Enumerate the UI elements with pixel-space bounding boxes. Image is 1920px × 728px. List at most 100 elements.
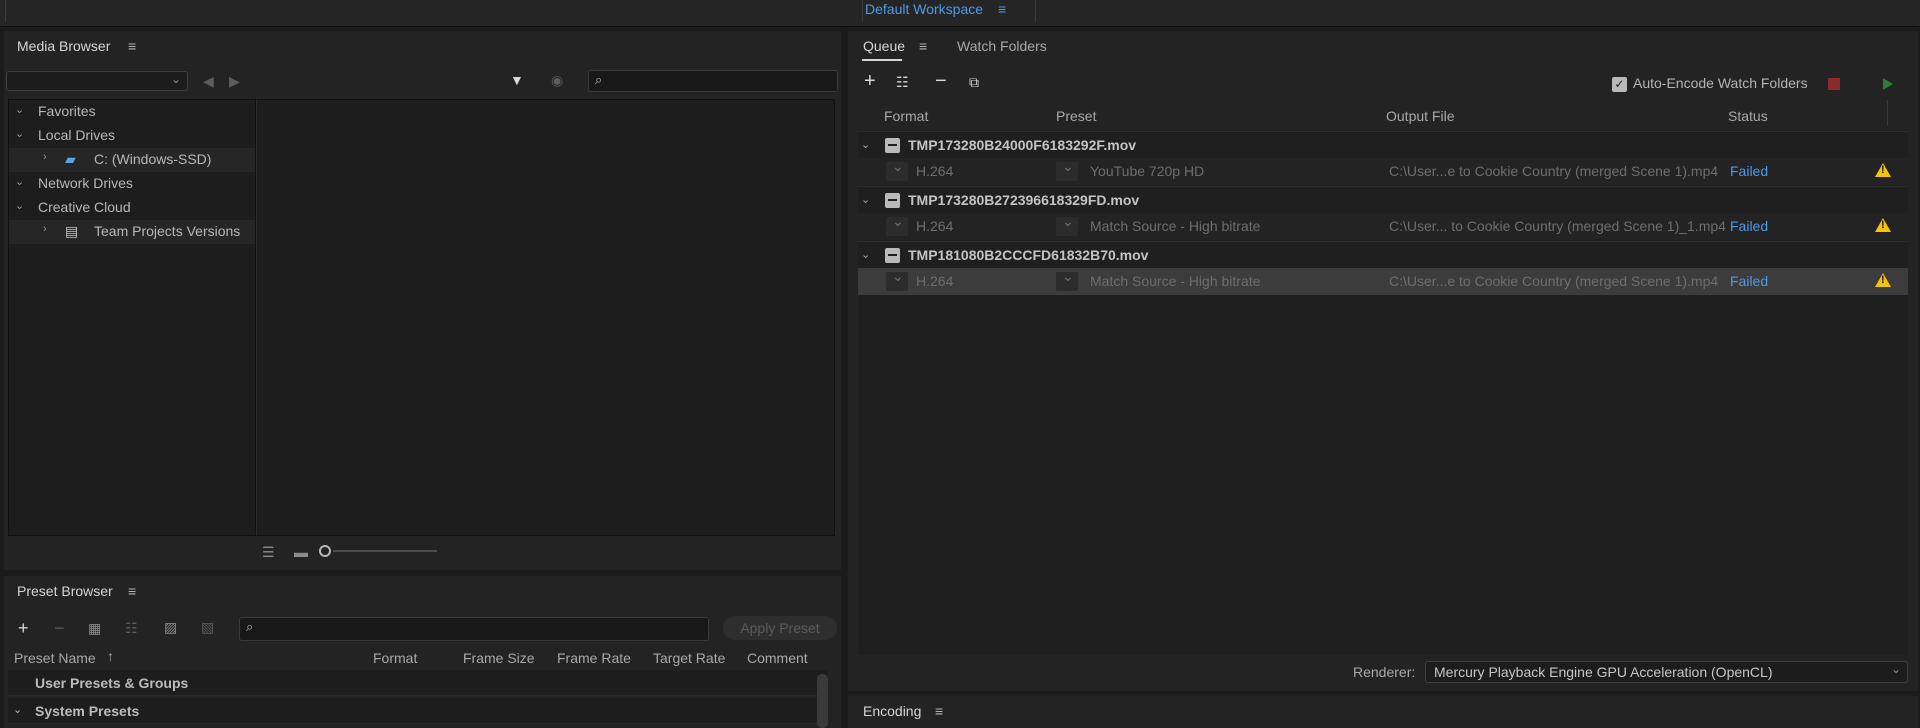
remove-icon[interactable]: − xyxy=(935,71,947,91)
queue-source-row[interactable]: ⌄ TMP173280B272396618329FD.mov xyxy=(858,186,1908,213)
queue-item-row[interactable]: H.264 YouTube 720p HD C:\User...e to Coo… xyxy=(858,158,1908,185)
tree-label: C: (Windows-SSD) xyxy=(94,151,212,167)
export-preset-icon[interactable]: ▧ xyxy=(201,619,214,635)
preset-settings-icon[interactable]: ☷ xyxy=(896,74,909,90)
panel-menu-icon[interactable]: ≡ xyxy=(128,583,136,599)
column-preset-name[interactable]: Preset Name xyxy=(14,650,96,666)
chevron-down-icon[interactable]: ⌄ xyxy=(15,103,24,116)
item-format[interactable]: H.264 xyxy=(916,273,953,289)
add-preset-icon[interactable]: + xyxy=(18,619,29,637)
column-frame-rate[interactable]: Frame Rate xyxy=(557,650,631,666)
apply-preset-button[interactable]: Apply Preset xyxy=(723,616,837,640)
forward-arrow-icon[interactable]: ▶ xyxy=(229,73,240,89)
preset-dropdown[interactable] xyxy=(1056,268,1078,291)
duplicate-icon[interactable]: ⧉ xyxy=(969,74,979,90)
tab-queue[interactable]: Queue xyxy=(863,38,905,54)
preset-dropdown[interactable] xyxy=(1056,213,1078,236)
new-group-icon[interactable]: ▦ xyxy=(88,620,101,636)
encoding-panel: Encoding ≡ xyxy=(848,696,1918,728)
queue-item-row[interactable]: H.264 Match Source - High bitrate C:\Use… xyxy=(858,213,1908,240)
format-dropdown[interactable] xyxy=(886,158,908,181)
remove-preset-icon[interactable]: − xyxy=(54,619,65,637)
zoom-slider[interactable] xyxy=(319,545,439,557)
filter-icon[interactable]: ▼ xyxy=(510,72,524,88)
tree-item-network-drives[interactable]: ⌄ Network Drives xyxy=(9,172,255,196)
back-arrow-icon[interactable]: ◀ xyxy=(203,73,214,89)
column-format[interactable]: Format xyxy=(884,108,928,128)
preset-dropdown[interactable] xyxy=(1056,158,1078,181)
sort-ascending-icon[interactable]: ↑ xyxy=(107,648,114,664)
media-search-input[interactable]: ⌕ xyxy=(588,70,838,92)
chevron-down-icon[interactable]: ⌄ xyxy=(15,175,24,188)
tree-item-favorites[interactable]: ⌄ Favorites xyxy=(9,100,255,124)
chevron-down-icon[interactable]: ⌄ xyxy=(13,703,22,716)
tree-item-team-projects-versions[interactable]: › ▤ Team Projects Versions xyxy=(9,220,255,244)
preset-group-user[interactable]: User Presets & Groups xyxy=(8,670,828,696)
format-dropdown[interactable] xyxy=(886,213,908,236)
import-preset-icon[interactable]: ▨ xyxy=(164,619,177,635)
chevron-right-icon[interactable]: › xyxy=(43,151,47,163)
preset-scrollbar[interactable] xyxy=(817,674,828,728)
encoding-title[interactable]: Encoding xyxy=(863,703,921,719)
item-output-file[interactable]: C:\User...e to Cookie Country (merged Sc… xyxy=(1389,163,1718,179)
tree-label: Network Drives xyxy=(38,175,133,191)
preset-group-system[interactable]: ⌄ System Presets xyxy=(8,698,828,724)
column-format[interactable]: Format xyxy=(373,650,417,666)
preset-browser-title[interactable]: Preset Browser xyxy=(17,583,113,599)
queue-item-row[interactable]: H.264 Match Source - High bitrate C:\Use… xyxy=(858,268,1908,295)
chevron-down-icon[interactable]: ⌄ xyxy=(861,138,870,151)
chevron-down-icon[interactable]: ⌄ xyxy=(15,127,24,140)
chevron-right-icon[interactable]: › xyxy=(43,223,47,235)
column-status[interactable]: Status xyxy=(1728,108,1768,128)
chevron-down-icon[interactable]: ⌄ xyxy=(861,248,870,261)
panel-menu-icon[interactable]: ≡ xyxy=(919,38,927,54)
panel-menu-icon[interactable]: ≡ xyxy=(935,703,943,719)
column-comment[interactable]: Comment xyxy=(747,650,808,666)
auto-encode-checkbox[interactable]: ✓ xyxy=(1612,77,1627,92)
icon-view-icon[interactable]: ▬ xyxy=(294,544,308,560)
workspace-tab-default[interactable]: Default Workspace xyxy=(865,1,983,17)
column-target-rate[interactable]: Target Rate xyxy=(653,650,725,666)
tree-item-c-drive[interactable]: › ▰ C: (Windows-SSD) xyxy=(9,148,255,172)
chevron-down-icon[interactable]: ⌄ xyxy=(861,193,870,206)
eye-icon[interactable]: ◉ xyxy=(551,72,563,88)
auto-encode-label[interactable]: Auto-Encode Watch Folders xyxy=(1633,75,1808,91)
list-view-icon[interactable]: ☰ xyxy=(262,544,275,560)
slider-handle[interactable] xyxy=(319,545,331,557)
stop-queue-button[interactable] xyxy=(1828,78,1840,90)
preset-group-label: System Presets xyxy=(35,703,140,719)
add-source-icon[interactable]: + xyxy=(864,71,876,91)
column-output-file[interactable]: Output File xyxy=(1386,108,1454,128)
item-format[interactable]: H.264 xyxy=(916,163,953,179)
warning-icon[interactable] xyxy=(1875,273,1891,287)
item-preset[interactable]: YouTube 720p HD xyxy=(1090,163,1204,179)
chevron-down-icon[interactable]: ⌄ xyxy=(15,199,24,212)
media-content-area[interactable] xyxy=(256,99,835,536)
item-preset[interactable]: Match Source - High bitrate xyxy=(1090,218,1260,234)
settings-icon[interactable]: ☷ xyxy=(125,620,138,636)
tree-label: Favorites xyxy=(38,103,96,119)
workspace-menu-icon[interactable]: ≡ xyxy=(998,1,1006,17)
start-queue-button[interactable] xyxy=(1883,78,1893,90)
queue-source-row[interactable]: ⌄ TMP181080B2CCCFD61832B70.mov xyxy=(858,241,1908,268)
source-file-icon xyxy=(885,138,900,153)
preset-search-input[interactable]: ⌕ xyxy=(239,617,709,641)
queue-source-row[interactable]: ⌄ TMP173280B24000F6183292F.mov xyxy=(858,131,1908,158)
item-output-file[interactable]: C:\User... to Cookie Country (merged Sce… xyxy=(1389,218,1726,234)
column-frame-size[interactable]: Frame Size xyxy=(463,650,535,666)
item-output-file[interactable]: C:\User...e to Cookie Country (merged Sc… xyxy=(1389,273,1718,289)
panel-menu-icon[interactable]: ≡ xyxy=(128,38,136,54)
tree-item-local-drives[interactable]: ⌄ Local Drives xyxy=(9,124,255,148)
tree-item-creative-cloud[interactable]: ⌄ Creative Cloud xyxy=(9,196,255,220)
media-browser-title[interactable]: Media Browser xyxy=(17,38,110,54)
format-dropdown[interactable] xyxy=(886,268,908,291)
warning-icon[interactable] xyxy=(1875,163,1891,177)
renderer-dropdown[interactable]: Mercury Playback Engine GPU Acceleration… xyxy=(1425,661,1908,683)
item-format[interactable]: H.264 xyxy=(916,218,953,234)
warning-icon[interactable] xyxy=(1875,218,1891,232)
item-preset[interactable]: Match Source - High bitrate xyxy=(1090,273,1260,289)
preset-group-label: User Presets & Groups xyxy=(35,675,189,691)
location-dropdown[interactable]: ⌄ xyxy=(6,71,188,91)
tab-watch-folders[interactable]: Watch Folders xyxy=(957,38,1047,54)
column-preset[interactable]: Preset xyxy=(1056,108,1096,128)
